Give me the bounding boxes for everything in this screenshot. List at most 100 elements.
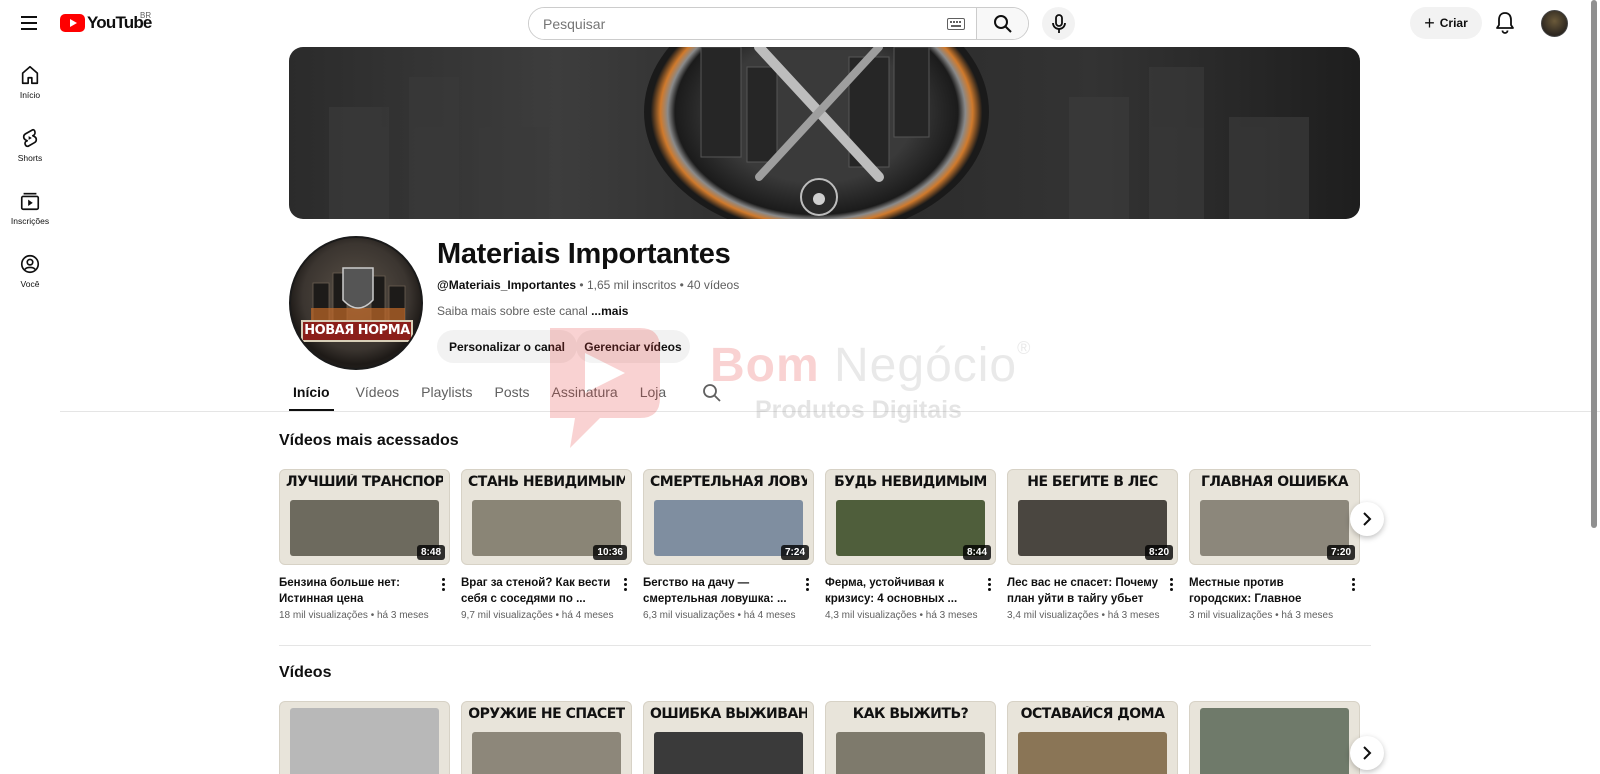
video-title[interactable]: Лес вас не спасет: Почему план уйти в та…: [1007, 575, 1164, 607]
video-text: Враг за стеной? Как вести себя с соседям…: [461, 575, 618, 621]
chevron-right-icon: [1363, 746, 1372, 760]
thumbnail-text: БУДЬ НЕВИДИМЫМ: [834, 474, 987, 490]
video-thumbnail[interactable]: СМЕРТЕЛЬНАЯ ЛОВУШКА 7:24: [643, 469, 814, 565]
customize-channel-button[interactable]: Personalizar o canal: [437, 330, 577, 363]
video-title[interactable]: Враг за стеной? Как вести себя с соседям…: [461, 575, 618, 607]
tab-playlists[interactable]: Playlists: [421, 374, 472, 411]
thumbnail-text: НЕ БЕГИТЕ В ЛЕС: [1027, 474, 1158, 490]
video-card[interactable]: ОСТАВАЙСЯ ДОМА: [1007, 701, 1178, 774]
video-thumbnail[interactable]: ЛУЧШИЙ ТРАНСПОРТ 8:48: [279, 469, 450, 565]
create-button[interactable]: + Criar: [1410, 7, 1482, 39]
video-meta: 6,3 mil visualizações • há 4 meses: [643, 610, 796, 621]
popular-next-button[interactable]: [1350, 502, 1384, 536]
video-card[interactable]: [1189, 701, 1360, 774]
notifications-bell-icon[interactable]: [1494, 11, 1518, 35]
tab-membership[interactable]: Assinatura: [552, 374, 618, 411]
page-scrollbar[interactable]: [1591, 0, 1597, 528]
more-actions-icon[interactable]: [1346, 575, 1360, 621]
channel-about-link[interactable]: Saiba mais sobre este canal ...mais: [437, 304, 628, 318]
video-title[interactable]: Ферма, устойчивая к кризису: 4 основных …: [825, 575, 982, 607]
more-actions-icon[interactable]: [1164, 575, 1178, 621]
sidebar-item-you[interactable]: Você: [0, 245, 60, 308]
video-info: Лес вас не спасет: Почему план уйти в та…: [1007, 575, 1178, 621]
manage-videos-button[interactable]: Gerenciar vídeos: [576, 330, 690, 363]
country-code: BR: [140, 11, 152, 20]
thumbnail-text: СМЕРТЕЛЬНАЯ ЛОВУШКА: [650, 474, 807, 490]
video-thumbnail[interactable]: ОРУЖИЕ НЕ СПАСЕТ: [461, 701, 632, 774]
video-meta: 3,4 mil visualizações • há 3 meses: [1007, 610, 1160, 621]
video-card[interactable]: [279, 701, 450, 774]
youtube-logo[interactable]: YouTube: [60, 13, 152, 33]
thumbnail-text: ОСТАВАЙСЯ ДОМА: [1020, 706, 1165, 722]
video-info: Враг за стеной? Как вести себя с соседям…: [461, 575, 632, 621]
video-title[interactable]: Бензина больше нет: Истинная цена велоси…: [279, 575, 436, 607]
video-card[interactable]: ГЛАВНАЯ ОШИБКА 7:20 Местные против городск…: [1189, 469, 1360, 621]
thumbnail-art: [472, 732, 621, 774]
tab-videos[interactable]: Vídeos: [356, 374, 400, 411]
video-text: Местные против городских: Главное правил…: [1189, 575, 1346, 621]
tab-store[interactable]: Loja: [640, 374, 666, 411]
more-actions-icon[interactable]: [618, 575, 632, 621]
videos-next-button[interactable]: [1350, 736, 1384, 770]
thumbnail-text: ОШИБКА ВЫЖИВАНИЯ: [650, 706, 807, 722]
video-card[interactable]: НЕ БЕГИТЕ В ЛЕС 8:20 Лес вас не спасет: По…: [1007, 469, 1178, 621]
video-card[interactable]: КАК ВЫЖИТЬ?: [825, 701, 996, 774]
video-thumbnail[interactable]: СТАНЬ НЕВИДИМЫМ 10:36: [461, 469, 632, 565]
keyboard-icon[interactable]: [936, 8, 976, 39]
video-thumbnail[interactable]: [279, 701, 450, 774]
more-actions-icon[interactable]: [982, 575, 996, 621]
video-thumbnail[interactable]: БУДЬ НЕВИДИМЫМ 8:44: [825, 469, 996, 565]
video-info: Ферма, устойчивая к кризису: 4 основных …: [825, 575, 996, 621]
channel-title: Materiais Importantes: [437, 238, 731, 270]
channel-meta: @Materiais_Importantes • 1,65 mil inscri…: [437, 278, 739, 292]
video-card[interactable]: ЛУЧШИЙ ТРАНСПОРТ 8:48 Бензина больше нет: …: [279, 469, 450, 621]
thumbnail-text: КАК ВЫЖИТЬ?: [852, 706, 969, 722]
avatar-ribbon: НОВАЯ НОРМА: [301, 320, 413, 342]
channel-avatar[interactable]: НОВАЯ НОРМА: [289, 236, 423, 370]
thumbnail-text: ОРУЖИЕ НЕ СПАСЕТ: [468, 706, 625, 722]
video-thumbnail[interactable]: [1189, 701, 1360, 774]
video-title[interactable]: Местные против городских: Главное правил…: [1189, 575, 1346, 607]
video-info: Местные против городских: Главное правил…: [1189, 575, 1360, 621]
channel-search-icon[interactable]: [702, 374, 724, 411]
menu-icon[interactable]: [18, 12, 42, 34]
video-thumbnail[interactable]: НЕ БЕГИТЕ В ЛЕС 8:20: [1007, 469, 1178, 565]
video-thumbnail[interactable]: ОСТАВАЙСЯ ДОМА: [1007, 701, 1178, 774]
sidebar-item-home[interactable]: Início: [0, 56, 60, 119]
youtube-play-icon: [60, 14, 85, 32]
sidebar-item-subscriptions[interactable]: Inscrições: [0, 182, 60, 245]
search-input[interactable]: [529, 8, 936, 39]
video-card[interactable]: СТАНЬ НЕВИДИМЫМ 10:36 Враг за стеной? Как …: [461, 469, 632, 621]
video-title[interactable]: Бегство на дачу — смертельная ловушка: .…: [643, 575, 800, 607]
search-button[interactable]: [976, 8, 1028, 39]
video-duration-badge: 8:20: [1144, 545, 1173, 560]
video-card[interactable]: ОШИБКА ВЫЖИВАНИЯ: [643, 701, 814, 774]
more-actions-icon[interactable]: [800, 575, 814, 621]
chevron-right-icon: [1363, 512, 1372, 526]
video-card[interactable]: БУДЬ НЕВИДИМЫМ 8:44 Ферма, устойчивая к кр…: [825, 469, 996, 621]
popular-videos-shelf: ЛУЧШИЙ ТРАНСПОРТ 8:48 Бензина больше нет: …: [279, 469, 1360, 621]
video-duration-badge: 10:36: [593, 545, 627, 560]
video-card[interactable]: ОРУЖИЕ НЕ СПАСЕТ: [461, 701, 632, 774]
video-meta: 9,7 mil visualizações • há 4 meses: [461, 610, 614, 621]
microphone-icon: [1051, 13, 1066, 33]
account-avatar[interactable]: [1541, 10, 1568, 37]
video-thumbnail[interactable]: КАК ВЫЖИТЬ?: [825, 701, 996, 774]
tab-home[interactable]: Início: [289, 374, 334, 411]
voice-search-button[interactable]: [1042, 7, 1075, 40]
video-info: Бегство на дачу — смертельная ловушка: .…: [643, 575, 814, 621]
more-actions-icon[interactable]: [436, 575, 450, 621]
video-thumbnail[interactable]: ОШИБКА ВЫЖИВАНИЯ: [643, 701, 814, 774]
banner-emblem-art: [700, 47, 930, 216]
video-duration-badge: 8:44: [962, 545, 991, 560]
video-card[interactable]: СМЕРТЕЛЬНАЯ ЛОВУШКА 7:24 Бегство на дачу —…: [643, 469, 814, 621]
sidebar-item-shorts[interactable]: Shorts: [0, 119, 60, 182]
you-icon: [20, 254, 40, 274]
video-meta: 4,3 mil visualizações • há 3 meses: [825, 610, 978, 621]
video-thumbnail[interactable]: ГЛАВНАЯ ОШИБКА 7:20: [1189, 469, 1360, 565]
home-icon: [21, 65, 39, 85]
tab-posts[interactable]: Posts: [495, 374, 530, 411]
video-duration-badge: 7:24: [780, 545, 809, 560]
thumbnail-text: ГЛАВНАЯ ОШИБКА: [1200, 474, 1349, 490]
watermark-brand: Bom Negócio®: [710, 338, 1032, 392]
